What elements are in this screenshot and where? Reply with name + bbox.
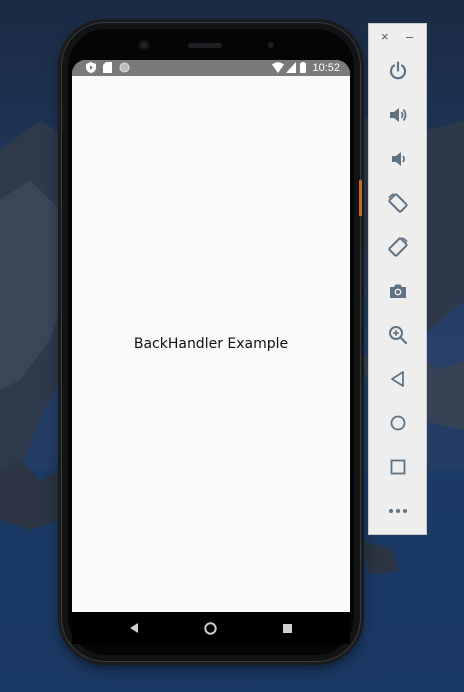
signal-icon [286, 62, 296, 73]
device-screen[interactable]: 10:52 BackHandler Example [72, 60, 350, 612]
back-icon[interactable] [386, 367, 410, 391]
wifi-icon [272, 62, 284, 73]
status-bar: 10:52 [72, 60, 350, 76]
volume-up-icon[interactable] [386, 103, 410, 127]
home-icon[interactable] [386, 411, 410, 435]
app-content: BackHandler Example [72, 76, 350, 612]
device-side-button[interactable] [359, 180, 362, 216]
rotate-left-icon[interactable] [386, 191, 410, 215]
play-protect-icon [86, 62, 96, 73]
minimize-button[interactable]: – [406, 30, 413, 44]
power-icon[interactable] [386, 59, 410, 83]
dot-icon [119, 62, 130, 73]
more-icon[interactable] [386, 499, 410, 523]
app-title-text: BackHandler Example [133, 336, 289, 352]
back-icon[interactable] [126, 620, 142, 636]
close-button[interactable]: × [381, 30, 389, 44]
camera-icon[interactable] [386, 279, 410, 303]
zoom-icon[interactable] [386, 323, 410, 347]
rotate-right-icon[interactable] [386, 235, 410, 259]
volume-down-icon[interactable] [386, 147, 410, 171]
overview-icon[interactable] [386, 455, 410, 479]
earpiece-speaker [188, 43, 222, 48]
battery-icon [300, 62, 306, 73]
recents-icon[interactable] [279, 620, 295, 636]
android-nav-bar [72, 612, 350, 644]
home-icon[interactable] [202, 620, 218, 636]
front-camera [138, 39, 150, 51]
proximity-sensor [268, 42, 274, 48]
sd-card-icon [103, 62, 112, 73]
status-clock: 10:52 [312, 62, 340, 74]
emulator-toolbar: × – [368, 23, 427, 535]
